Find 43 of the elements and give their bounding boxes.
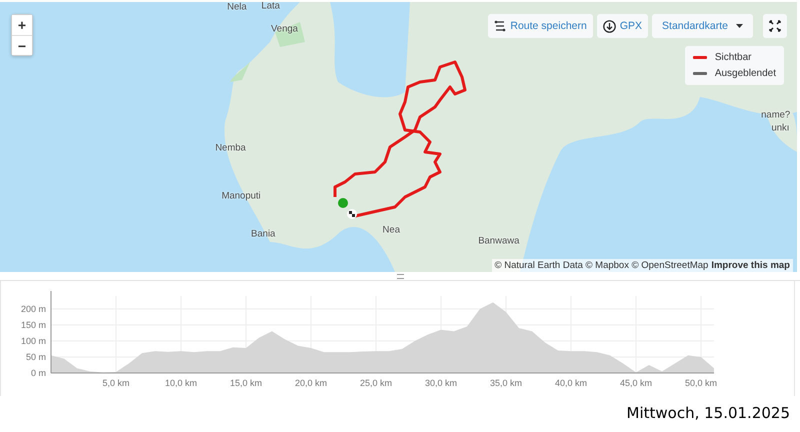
route-icon [494, 20, 506, 32]
y-tick-label: 150 m [20, 320, 46, 330]
place-label: Venga [270, 24, 298, 34]
attribution-text: © Natural Earth Data © Mapbox © OpenStreetMap [494, 260, 708, 271]
x-tick-label: 15,0 km [230, 378, 262, 388]
zoom-out-button[interactable]: − [12, 35, 32, 55]
x-tick-label: 10,0 km [165, 378, 197, 388]
place-label: Nea [382, 224, 400, 236]
y-tick-label: 100 m [20, 336, 46, 346]
place-label: Nemba [215, 142, 246, 154]
x-tick-label: 25,0 km [360, 378, 392, 388]
place-label: Lata [261, 2, 280, 12]
place-label: Nela [227, 2, 247, 13]
place-label: Bania [251, 228, 276, 240]
x-tick-label: 45,0 km [620, 378, 652, 388]
gpx-download-button[interactable]: GPX [596, 14, 648, 38]
x-tick-label: 40,0 km [555, 378, 587, 388]
resize-handle[interactable] [396, 274, 404, 278]
improve-map-link[interactable]: Improve this map [711, 260, 790, 271]
expand-icon [769, 20, 781, 32]
place-label: Manoputi [222, 190, 261, 202]
map-style-dropdown[interactable]: Standardkarte [652, 14, 753, 38]
x-tick-label: 50,0 km [685, 378, 717, 388]
fullscreen-button[interactable] [763, 14, 787, 38]
caret-icon [736, 24, 743, 28]
y-tick-label: 200 m [20, 304, 46, 314]
legend-label: Sichtbar [714, 52, 752, 63]
zoom-in-button[interactable]: + [12, 15, 32, 35]
place-label: name? [761, 110, 790, 121]
y-tick-label: 50 m [26, 352, 46, 362]
y-tick-label: 0 m [30, 368, 46, 378]
finish-flag-icon [347, 209, 357, 219]
place-label: unkı [771, 122, 790, 134]
x-tick-label: 5,0 km [102, 378, 130, 388]
save-route-button[interactable]: Route speichern [488, 14, 593, 38]
x-tick-label: 20,0 km [295, 378, 327, 388]
place-label: Banwawa [478, 235, 520, 246]
legend-label: Ausgeblendet [714, 68, 776, 79]
x-tick-label: 35,0 km [490, 378, 522, 388]
start-marker [338, 198, 348, 208]
date-text: Mittwoch, 15.01.2025 [626, 404, 790, 422]
x-tick-label: 30,0 km [425, 378, 457, 388]
download-icon [602, 20, 616, 32]
